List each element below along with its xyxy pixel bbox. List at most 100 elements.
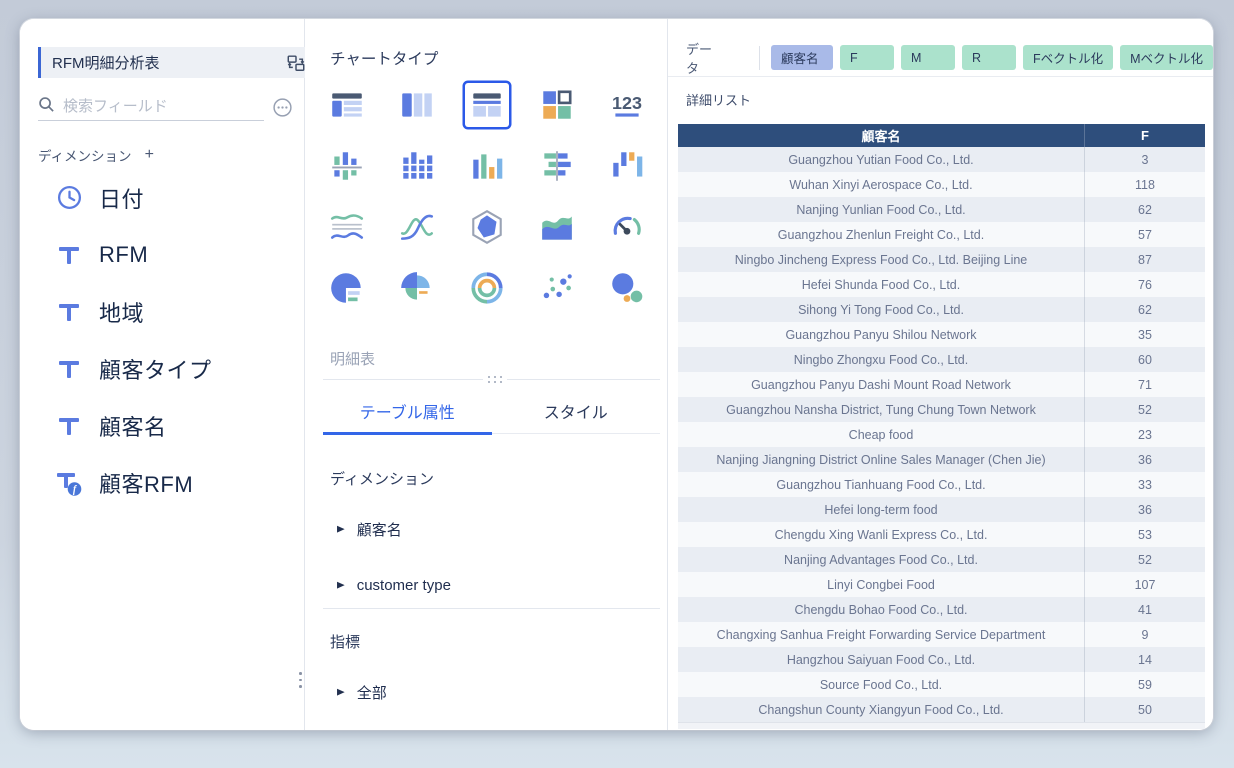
- cell-customer-name: Cheap food: [678, 422, 1085, 447]
- table-row: Chengdu Bohao Food Co., Ltd.41: [678, 597, 1205, 622]
- cell-customer-name: Changshun County Xiangyun Food Co., Ltd.: [678, 697, 1085, 722]
- chart-type-grouped-table-icon[interactable]: [325, 83, 369, 127]
- cell-customer-name: Nanjing Yunlian Food Co., Ltd.: [678, 197, 1085, 222]
- partial-row: [678, 722, 1205, 729]
- chart-type-grid: 123: [325, 83, 660, 310]
- tab-table-attributes[interactable]: テーブル属性: [323, 397, 492, 433]
- table-row: Changshun County Xiangyun Food Co., Ltd.…: [678, 697, 1205, 722]
- table-row: Cheap food23: [678, 422, 1205, 447]
- drag-handle-icon[interactable]: [483, 376, 507, 383]
- dimension-section-header: ディメンション +: [38, 145, 154, 165]
- cell-f-value: 36: [1085, 497, 1205, 522]
- field-pill-顧客名[interactable]: 顧客名: [771, 45, 833, 70]
- cell-f-value: 71: [1085, 372, 1205, 397]
- expand-item-全部[interactable]: ▶全部: [337, 664, 637, 720]
- chart-type-pie-icon[interactable]: [325, 266, 369, 310]
- chart-type-column-icon[interactable]: [395, 144, 439, 188]
- cell-f-value: 14: [1085, 647, 1205, 672]
- cell-customer-name: Guangzhou Nansha District, Tung Chung To…: [678, 397, 1085, 422]
- table-row: Guangzhou Yutian Food Co., Ltd.3: [678, 147, 1205, 172]
- chart-type-radar-icon[interactable]: [465, 205, 509, 249]
- chart-type-bar-icon[interactable]: [535, 144, 579, 188]
- expand-arrow-icon[interactable]: ▶: [337, 687, 345, 697]
- chart-type-line-icon[interactable]: [395, 205, 439, 249]
- expand-arrow-icon[interactable]: ▶: [337, 580, 345, 590]
- cell-customer-name: Chengdu Bohao Food Co., Ltd.: [678, 597, 1085, 622]
- cell-f-value: 41: [1085, 597, 1205, 622]
- field-item-1[interactable]: 日付: [55, 169, 295, 226]
- chart-type-bubble-icon[interactable]: [605, 266, 649, 310]
- field-pill-M[interactable]: M: [901, 45, 955, 70]
- search-input[interactable]: [63, 98, 233, 115]
- chart-type-quadrant-icon[interactable]: [535, 83, 579, 127]
- field-list: 日付RFM地域顧客タイプ顧客名f顧客RFM: [55, 169, 295, 511]
- chart-type-kpi-card-icon[interactable]: 123: [605, 83, 649, 127]
- field-pill-R[interactable]: R: [962, 45, 1016, 70]
- tab-style[interactable]: スタイル: [492, 397, 661, 433]
- expand-item-label: customer type: [357, 577, 451, 594]
- cell-f-value: 60: [1085, 347, 1205, 372]
- chart-type-waterfall-icon[interactable]: [605, 144, 649, 188]
- clock-icon: [55, 184, 83, 212]
- cell-customer-name: Nanjing Advantages Food Co., Ltd.: [678, 547, 1085, 572]
- table-row: Guangzhou Panyu Shilou Network35: [678, 322, 1205, 347]
- table-row: Guangzhou Zhenlun Freight Co., Ltd.57: [678, 222, 1205, 247]
- chart-type-detail-table-icon[interactable]: [465, 83, 509, 127]
- cell-customer-name: Ningbo Jincheng Express Food Co., Ltd. B…: [678, 247, 1085, 272]
- chart-type-area-icon[interactable]: [535, 205, 579, 249]
- field-sidebar: RFM明細分析表 ディメンション + 日付RFM地域顧客タイプ顧客名f顧: [20, 19, 305, 730]
- panel-resize-handle[interactable]: [299, 672, 302, 688]
- cell-f-value: 3: [1085, 147, 1205, 172]
- more-options-icon[interactable]: [272, 97, 294, 119]
- app-window: RFM明細分析表 ディメンション + 日付RFM地域顧客タイプ顧客名f顧: [20, 19, 1213, 730]
- field-pill-Mベクトル化[interactable]: Mベクトル化: [1120, 45, 1213, 70]
- dimension-header-label: ディメンション: [38, 145, 132, 165]
- cell-customer-name: Guangzhou Panyu Shilou Network: [678, 322, 1085, 347]
- analysis-title: RFM明細分析表: [41, 52, 284, 73]
- svg-text:123: 123: [612, 93, 642, 113]
- cell-f-value: 87: [1085, 247, 1205, 272]
- cell-customer-name: Linyi Congbei Food: [678, 572, 1085, 597]
- measure-item-list: ▶全部: [337, 664, 637, 720]
- chart-type-multicolor-column-icon[interactable]: [465, 144, 509, 188]
- chart-type-stacked-column-icon[interactable]: [325, 144, 369, 188]
- field-item-5[interactable]: 顧客名: [55, 397, 295, 454]
- field-item-2[interactable]: RFM: [55, 226, 295, 283]
- table-row: Wuhan Xinyi Aerospace Co., Ltd.118: [678, 172, 1205, 197]
- field-pill-F[interactable]: F: [840, 45, 894, 70]
- cell-f-value: 62: [1085, 197, 1205, 222]
- expand-arrow-icon[interactable]: ▶: [337, 524, 345, 534]
- chart-type-gauge-icon[interactable]: [605, 205, 649, 249]
- cell-customer-name: Guangzhou Yutian Food Co., Ltd.: [678, 147, 1085, 172]
- table-header-row: 顧客名 F: [678, 124, 1205, 147]
- cell-f-value: 35: [1085, 322, 1205, 347]
- field-item-3[interactable]: 地域: [55, 283, 295, 340]
- cell-f-value: 59: [1085, 672, 1205, 697]
- cell-customer-name: Hefei long-term food: [678, 497, 1085, 522]
- expand-item-customer type[interactable]: ▶ customer type: [337, 557, 637, 613]
- cell-customer-name: Hefei Shunda Food Co., Ltd.: [678, 272, 1085, 297]
- chart-type-cross-table-icon[interactable]: [395, 83, 439, 127]
- table-row: Chengdu Xing Wanli Express Co., Ltd.53: [678, 522, 1205, 547]
- cell-customer-name: Ningbo Zhongxu Food Co., Ltd.: [678, 347, 1085, 372]
- chart-type-donut-icon[interactable]: [465, 266, 509, 310]
- chart-type-scatter-icon[interactable]: [535, 266, 579, 310]
- cell-customer-name: Hangzhou Saiyuan Food Co., Ltd.: [678, 647, 1085, 672]
- section-divider: [323, 608, 660, 609]
- chart-type-rose-icon[interactable]: [395, 266, 439, 310]
- analysis-title-bar: RFM明細分析表: [38, 47, 313, 78]
- table-row: Guangzhou Panyu Dashi Mount Road Network…: [678, 372, 1205, 397]
- table-row: Nanjing Yunlian Food Co., Ltd.62: [678, 197, 1205, 222]
- expand-item-顧客名[interactable]: ▶顧客名: [337, 501, 637, 557]
- field-pill-Fベクトル化[interactable]: Fベクトル化: [1023, 45, 1113, 70]
- table-row: Hefei Shunda Food Co., Ltd.76: [678, 272, 1205, 297]
- cell-f-value: 118: [1085, 172, 1205, 197]
- field-item-6[interactable]: f顧客RFM: [55, 454, 295, 511]
- add-field-button[interactable]: +: [145, 147, 154, 163]
- section-divider: [323, 379, 660, 380]
- column-header-customer: 顧客名: [678, 124, 1085, 147]
- cell-customer-name: Wuhan Xinyi Aerospace Co., Ltd.: [678, 172, 1085, 197]
- detail-table[interactable]: 顧客名 F Guangzhou Yutian Food Co., Ltd.3Wu…: [678, 124, 1205, 729]
- chart-type-stream-icon[interactable]: [325, 205, 369, 249]
- field-item-4[interactable]: 顧客タイプ: [55, 340, 295, 397]
